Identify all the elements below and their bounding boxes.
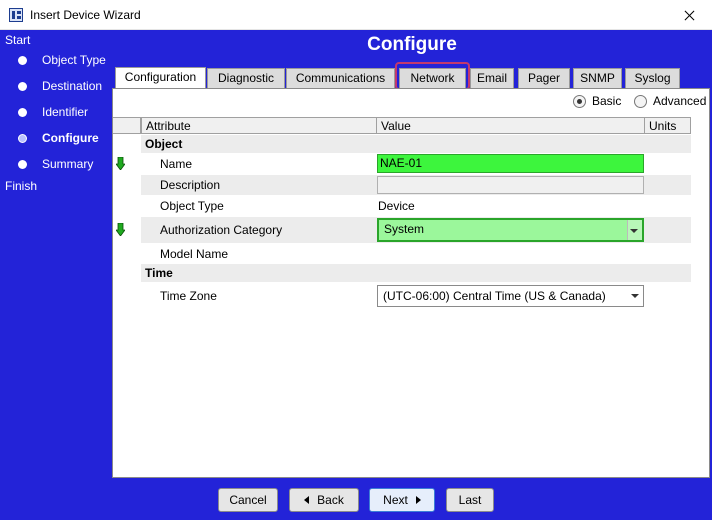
step-identifier[interactable]: Identifier xyxy=(18,103,88,121)
time-zone-label: Time Zone xyxy=(160,289,217,303)
app-icon xyxy=(9,8,23,22)
step-summary[interactable]: Summary xyxy=(18,155,93,173)
last-button[interactable]: Last xyxy=(446,488,494,512)
table-row: Name NAE-01 xyxy=(113,154,691,174)
step-bullet-icon xyxy=(18,159,27,169)
group-time-label: Time xyxy=(141,264,377,282)
configuration-panel: Basic Advanced Attribute Value Units Obj… xyxy=(112,88,710,478)
step-label: Configure xyxy=(42,131,99,145)
chevron-down-icon xyxy=(631,294,639,298)
chevron-down-icon xyxy=(630,229,638,233)
authorization-category-label: Authorization Category xyxy=(141,217,377,243)
back-button[interactable]: Back xyxy=(289,488,359,512)
description-label: Description xyxy=(141,175,377,195)
advanced-radio-label: Advanced xyxy=(653,94,707,108)
object-type-value: Device xyxy=(378,199,415,213)
title-bar: Insert Device Wizard xyxy=(0,0,712,30)
cancel-button-label: Cancel xyxy=(229,493,267,507)
object-type-label: Object Type xyxy=(160,199,224,213)
next-button-label: Next xyxy=(383,493,408,507)
required-down-arrow-icon xyxy=(116,223,125,236)
step-label: Identifier xyxy=(42,105,89,119)
required-down-arrow-icon xyxy=(116,157,125,170)
tab-configuration[interactable]: Configuration xyxy=(115,67,206,89)
tab-syslog[interactable]: Syslog xyxy=(625,68,680,88)
arrow-right-icon xyxy=(415,496,421,504)
steps-sidebar: Start Object Type Destination Identifier… xyxy=(0,30,111,480)
grid-header-value[interactable]: Value xyxy=(377,117,645,134)
authorization-category-select[interactable]: System xyxy=(377,218,644,242)
step-start-label: Start xyxy=(5,33,31,47)
grid-header-units[interactable]: Units xyxy=(645,117,691,134)
table-row: Model Name xyxy=(113,244,691,264)
step-destination[interactable]: Destination xyxy=(18,77,102,95)
name-field[interactable]: NAE-01 xyxy=(377,154,644,173)
step-bullet-icon xyxy=(18,55,27,65)
tab-communications[interactable]: Communications xyxy=(286,68,395,88)
group-object-label: Object xyxy=(141,135,377,153)
step-configure[interactable]: Configure xyxy=(18,129,99,147)
step-object-type[interactable]: Object Type xyxy=(18,51,106,69)
page-title: Configure xyxy=(367,34,457,55)
step-label: Object Type xyxy=(42,53,106,67)
table-row: Object Type Device xyxy=(113,196,691,216)
arrow-left-icon xyxy=(304,496,310,504)
tab-pager[interactable]: Pager xyxy=(518,68,570,88)
step-bullet-icon xyxy=(18,107,27,117)
table-row: Time Zone (UTC-06:00) Central Time (US &… xyxy=(113,283,691,309)
table-row: Description xyxy=(113,175,691,195)
tab-email[interactable]: Email xyxy=(470,68,514,88)
radio-unselected-icon xyxy=(634,94,647,108)
cancel-button[interactable]: Cancel xyxy=(218,488,278,512)
basic-radio[interactable]: Basic xyxy=(573,94,621,108)
advanced-radio[interactable]: Advanced xyxy=(634,94,706,108)
next-button[interactable]: Next xyxy=(369,488,435,512)
window-title: Insert Device Wizard xyxy=(30,8,141,22)
last-button-label: Last xyxy=(458,493,482,507)
wizard-frame: Start Object Type Destination Identifier… xyxy=(0,30,712,520)
back-button-label: Back xyxy=(317,493,344,507)
radio-selected-icon xyxy=(573,94,586,108)
grid-header-attribute[interactable]: Attribute xyxy=(141,117,377,134)
grid-header-marker xyxy=(113,117,141,134)
basic-radio-label: Basic xyxy=(592,94,622,108)
step-bullet-icon xyxy=(18,81,27,91)
step-label: Summary xyxy=(42,157,94,171)
table-row: Time xyxy=(113,264,691,282)
name-label: Name xyxy=(160,157,193,171)
step-label: Destination xyxy=(42,79,103,93)
time-zone-value: (UTC-06:00) Central Time (US & Canada) xyxy=(383,289,606,303)
time-zone-select[interactable]: (UTC-06:00) Central Time (US & Canada) xyxy=(377,285,644,307)
step-finish-label: Finish xyxy=(5,179,38,193)
table-row: Object xyxy=(113,135,691,153)
tab-snmp[interactable]: SNMP xyxy=(573,68,622,88)
description-field[interactable] xyxy=(377,176,644,194)
step-bullet-icon xyxy=(18,133,27,143)
table-row: Authorization Category System xyxy=(113,217,691,243)
tab-network-highlight xyxy=(395,62,470,90)
model-name-label: Model Name xyxy=(160,247,229,261)
tab-bar: Configuration Diagnostic Communications … xyxy=(112,62,712,90)
close-icon[interactable] xyxy=(666,0,712,30)
authorization-category-value: System xyxy=(384,222,425,236)
tab-diagnostic[interactable]: Diagnostic xyxy=(207,68,285,88)
